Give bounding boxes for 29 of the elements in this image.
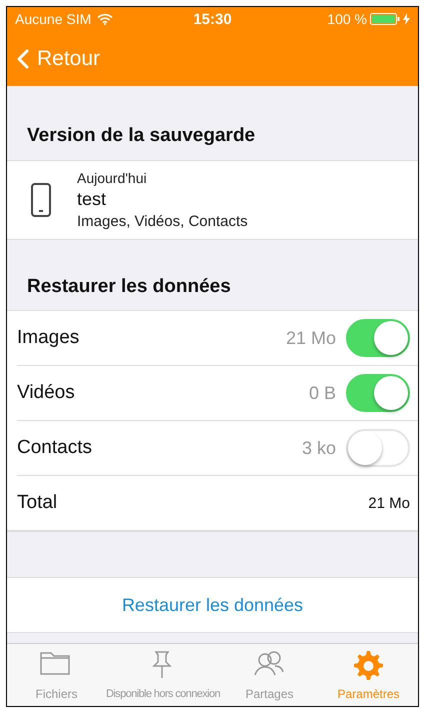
- backup-contents: Images, Vidéos, Contacts: [77, 213, 248, 230]
- row-label: Vidéos: [17, 382, 76, 404]
- backup-name: test: [77, 189, 108, 210]
- battery-label: 100 %: [327, 11, 367, 27]
- wifi-icon: [97, 13, 114, 25]
- back-button[interactable]: Retour: [17, 46, 100, 70]
- toggle-switch[interactable]: [346, 319, 410, 357]
- row-label: Images: [17, 327, 80, 349]
- tab[interactable]: Disponible hors connexion: [106, 644, 220, 706]
- battery-icon: [370, 13, 400, 25]
- restore-button[interactable]: Restaurer les données: [116, 594, 310, 616]
- charging-icon: [403, 13, 410, 25]
- total-value: 21 Mo: [368, 494, 410, 512]
- settings-icon: [351, 649, 386, 683]
- tab[interactable]: Fichiers: [7, 644, 106, 706]
- size-label: 3 ko: [302, 438, 336, 458]
- toggle-switch[interactable]: [346, 374, 410, 412]
- tab[interactable]: Partages: [220, 644, 319, 706]
- backup-item[interactable]: Aujourd'hui test Images, Vidéos, Contacts: [7, 161, 418, 240]
- size-label: 0 B: [308, 382, 336, 404]
- size-label: 21 Mo: [286, 328, 336, 348]
- tab[interactable]: Paramètres: [319, 644, 418, 706]
- row-label: Contacts: [17, 437, 93, 459]
- clock-label: 15:30: [193, 10, 232, 28]
- carrier-label: Aucune SIM: [15, 11, 92, 27]
- phone-icon: [31, 183, 51, 217]
- row-label: Total: [17, 492, 58, 514]
- chevron-left-icon: [17, 48, 29, 68]
- backup-date: Aujourd'hui: [77, 170, 148, 186]
